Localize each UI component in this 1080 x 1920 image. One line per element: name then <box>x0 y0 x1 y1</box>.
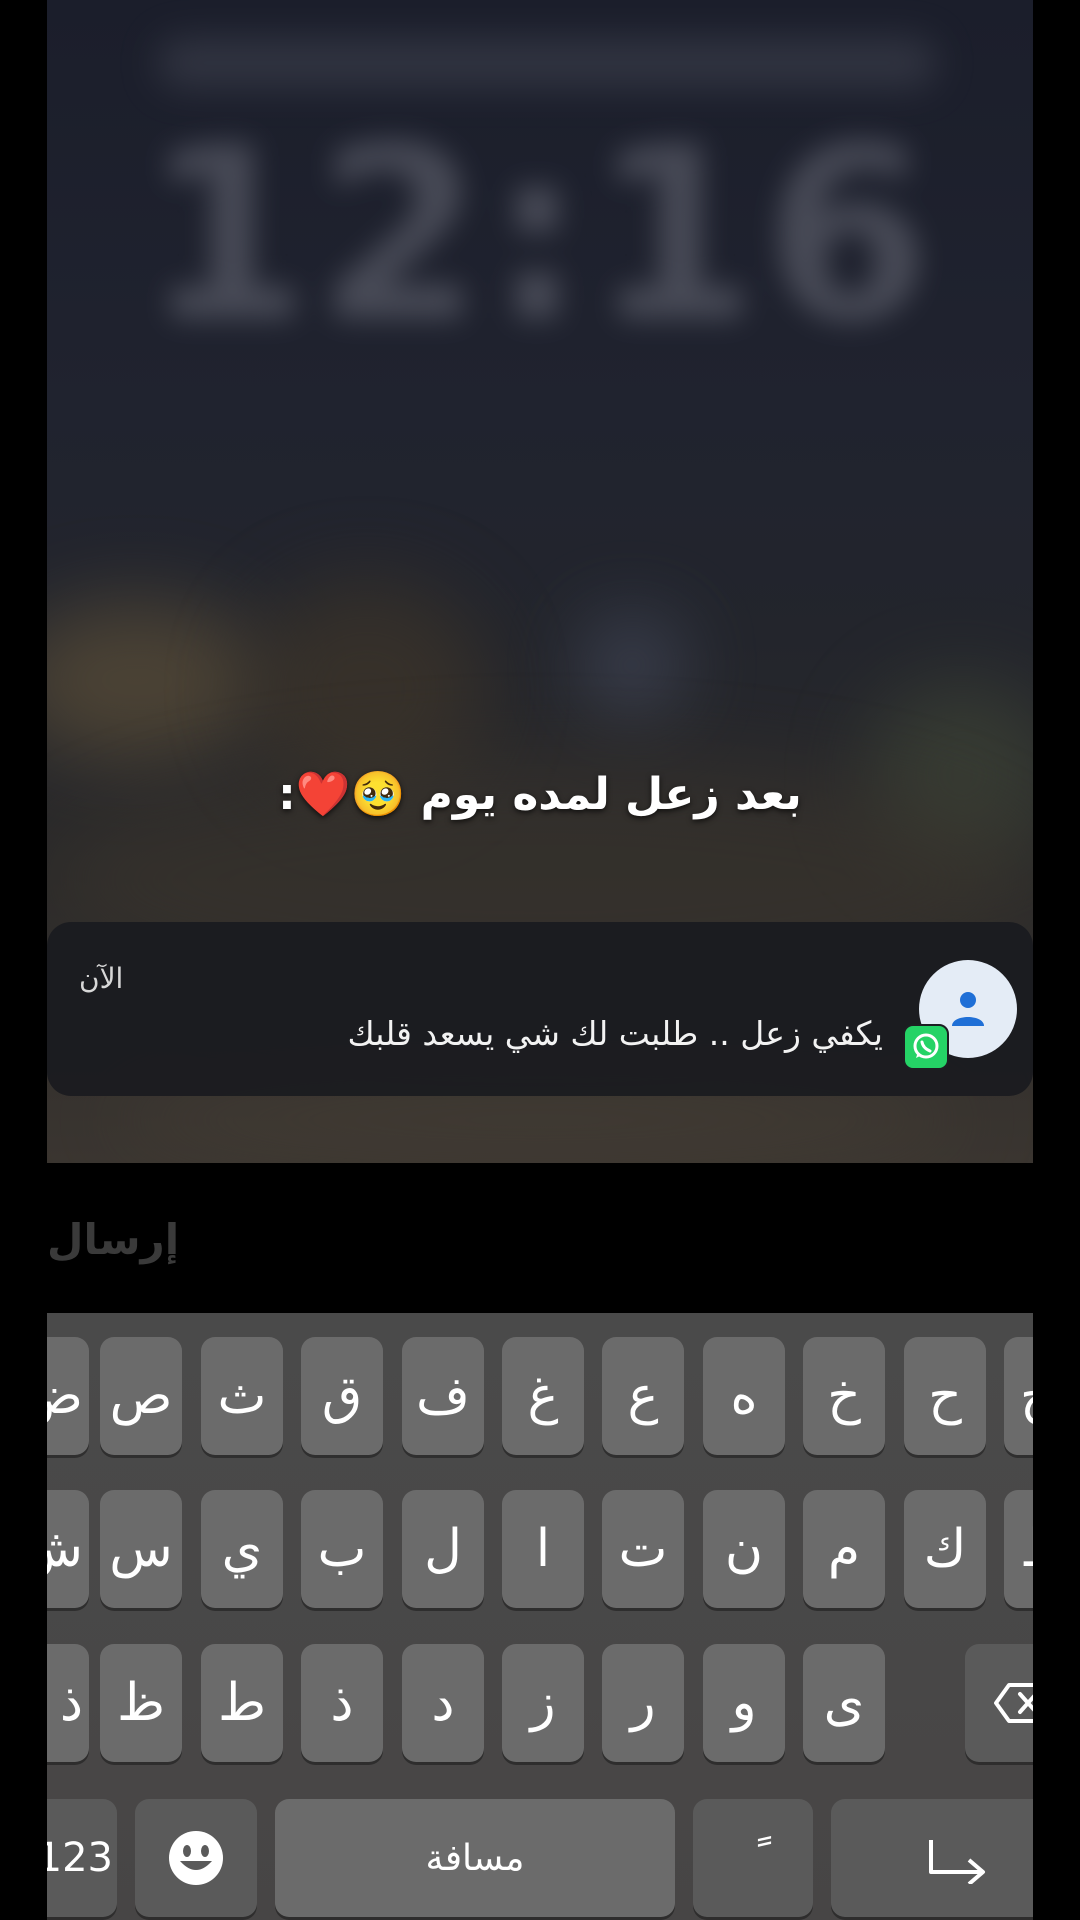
key[interactable]: ز <box>502 1644 584 1762</box>
lockscreen-wallpaper: 12:16 بعد زعل لمده يوم 🥹❤️: الآن يكفي زع… <box>47 0 1033 1163</box>
key[interactable]: ل <box>402 1490 484 1608</box>
key[interactable]: ف <box>402 1337 484 1455</box>
key[interactable]: ذ <box>301 1644 383 1762</box>
key[interactable]: و <box>703 1644 785 1762</box>
key[interactable]: ي <box>201 1490 283 1608</box>
key[interactable]: ظ <box>100 1644 182 1762</box>
notification-time: الآن <box>79 962 124 995</box>
key[interactable]: ب <box>301 1490 383 1608</box>
key[interactable]: ص <box>100 1337 182 1455</box>
send-button[interactable]: إرسال <box>47 1215 179 1264</box>
backspace-key[interactable] <box>965 1644 1033 1762</box>
key[interactable]: خ <box>803 1337 885 1455</box>
video-caption: بعد زعل لمده يوم 🥹❤️: <box>278 769 802 820</box>
key[interactable]: ط <box>201 1644 283 1762</box>
key[interactable]: ن <box>703 1490 785 1608</box>
lockscreen-clock: 12:16 <box>143 95 937 375</box>
key[interactable]: ج <box>1004 1337 1033 1455</box>
key[interactable]: ع <box>602 1337 684 1455</box>
key[interactable]: ى <box>803 1644 885 1762</box>
key[interactable]: ش <box>47 1490 89 1608</box>
key[interactable]: ض <box>47 1337 89 1455</box>
key[interactable]: ت <box>602 1490 684 1608</box>
key[interactable]: ر <box>602 1644 684 1762</box>
notification-message: يكفي زعل .. طلبت لك شي يسعد قلبك <box>347 1014 883 1053</box>
key[interactable]: ك <box>904 1490 986 1608</box>
return-icon <box>929 1840 985 1884</box>
lockscreen-date-bar <box>157 38 937 88</box>
space-key[interactable]: مسافة <box>275 1799 675 1917</box>
diacritic-key[interactable]: ً <box>693 1799 813 1917</box>
person-icon <box>952 992 984 1026</box>
whatsapp-icon <box>903 1024 949 1070</box>
key[interactable]: ذ <box>47 1644 89 1762</box>
arabic-keyboard: ض ص ث ق ف غ ع ه خ ح ج ش س ي ب ل ا ت ن م … <box>47 1313 1033 1920</box>
key[interactable]: ح <box>904 1337 986 1455</box>
key[interactable]: ق <box>301 1337 383 1455</box>
whatsapp-notification[interactable]: الآن يكفي زعل .. طلبت لك شي يسعد قلبك <box>47 922 1033 1096</box>
key[interactable]: ط <box>1004 1490 1033 1608</box>
key[interactable]: م <box>803 1490 885 1608</box>
return-key[interactable] <box>831 1799 1033 1917</box>
key[interactable]: ه <box>703 1337 785 1455</box>
emoji-icon <box>169 1831 223 1885</box>
key[interactable]: س <box>100 1490 182 1608</box>
key[interactable]: د <box>402 1644 484 1762</box>
numbers-key[interactable]: 123 <box>47 1799 117 1917</box>
key[interactable]: غ <box>502 1337 584 1455</box>
phone-screen: 12:16 بعد زعل لمده يوم 🥹❤️: الآن يكفي زع… <box>47 0 1033 1920</box>
key[interactable]: ث <box>201 1337 283 1455</box>
key[interactable]: ا <box>502 1490 584 1608</box>
emoji-key[interactable] <box>135 1799 257 1917</box>
backspace-icon <box>994 1683 1033 1723</box>
